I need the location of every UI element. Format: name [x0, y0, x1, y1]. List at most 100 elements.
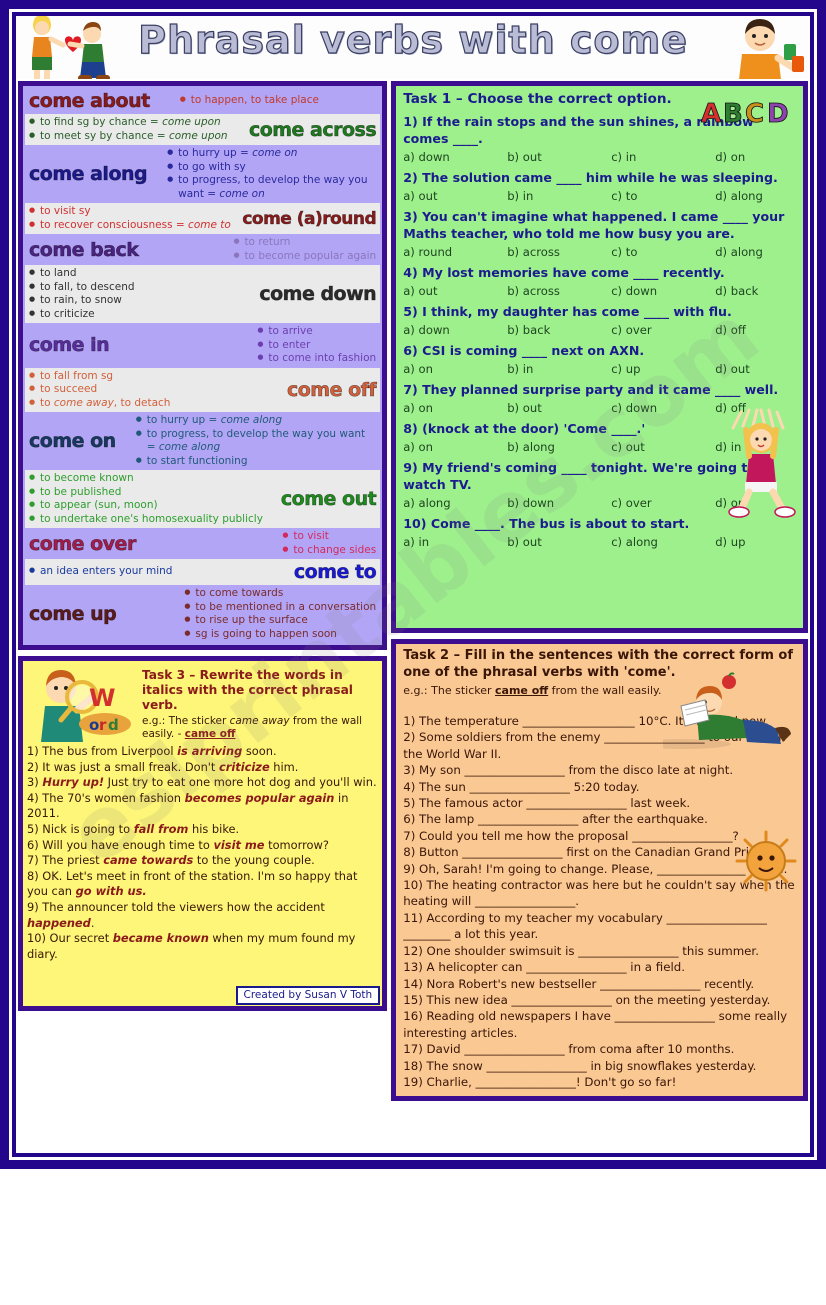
task1-option[interactable]: c) to — [611, 189, 715, 203]
credit-badge: Created by Susan V Toth — [235, 986, 381, 1005]
task1-options: a) down b) back c) over d) off — [403, 323, 798, 337]
task1-option[interactable]: b) across — [507, 245, 611, 259]
task1-option[interactable]: c) to — [611, 245, 715, 259]
vocab-definitions: to hurry up = come alongto progress, to … — [122, 413, 376, 468]
task2-item[interactable]: 3) My son _________________ from the dis… — [403, 762, 797, 778]
vocab-definitions: to landto fall, to descendto rain, to sn… — [29, 266, 135, 321]
task1-option[interactable]: a) round — [403, 245, 507, 259]
vocab-definition-item: to meet sy by chance = come upon — [29, 129, 228, 144]
task1-option[interactable]: a) out — [403, 284, 507, 298]
task3-item[interactable]: 1) The bus from Liverpool is arriving so… — [27, 744, 378, 760]
vocab-definitions: to visit syto recover consciousness = co… — [29, 204, 231, 232]
task3-item[interactable]: 2) It was just a small freak. Don't crit… — [27, 760, 378, 776]
task2-item[interactable]: 19) Charlie, _________________! Don't go… — [403, 1074, 797, 1090]
task1-option[interactable]: b) out — [507, 401, 611, 415]
task1-option[interactable]: d) out — [715, 362, 750, 376]
task2-item[interactable]: 12) One shoulder swimsuit is ___________… — [403, 943, 797, 959]
task1-option[interactable]: b) along — [507, 440, 611, 454]
vocab-definition-item: to succeed — [29, 382, 170, 397]
task1-option[interactable]: c) down — [611, 284, 715, 298]
vocab-row: to find sg by chance = come uponto meet … — [25, 114, 381, 145]
task2-items: 1) The temperature ___________________ 1… — [403, 713, 797, 1090]
task1-option[interactable]: a) out — [403, 189, 507, 203]
task1-option[interactable]: d) along — [715, 189, 763, 203]
boy-reading-lying-down-clipart — [663, 672, 791, 749]
task1-option[interactable]: b) in — [507, 189, 611, 203]
task3-item[interactable]: 8) OK. Let's meet in front of the statio… — [27, 869, 378, 900]
task3-item[interactable]: 10) Our secret became known when my mum … — [27, 931, 378, 962]
boy-with-abcd-letters-clipart — [739, 19, 804, 79]
task3-item[interactable]: 6) Will you have enough time to visit me… — [27, 838, 378, 854]
task1-option[interactable]: a) in — [403, 535, 507, 549]
vocab-definition-item: to rise up the surface — [184, 613, 376, 628]
worksheet-content: Phrasal verbs with come come about to hap… — [16, 16, 810, 1153]
task2-item[interactable]: 15) This new idea _________________ on t… — [403, 992, 797, 1008]
task1-option[interactable]: a) down — [403, 150, 507, 164]
boy-with-magnifying-glass-clipart: W o r d — [41, 670, 131, 742]
svg-text:A: A — [701, 99, 721, 129]
vocab-definition-item: to return — [233, 235, 376, 250]
task1-option[interactable]: c) over — [611, 323, 715, 337]
task1-option[interactable]: d) along — [715, 245, 763, 259]
vocab-row: come in to arriveto enterto come into fas… — [25, 323, 381, 368]
task2-item[interactable]: 17) David _________________ from coma af… — [403, 1041, 797, 1057]
vocab-definitions: an idea enters your mind — [29, 564, 172, 579]
task1-question: 5) I think, my daughter has come ____ wi… — [403, 304, 732, 319]
task1-option[interactable]: a) on — [403, 440, 507, 454]
svg-text:r: r — [99, 716, 107, 734]
vocab-definitions: to find sg by chance = come uponto meet … — [29, 115, 228, 144]
vocab-definition-item: to fall, to descend — [29, 280, 135, 295]
task3-item[interactable]: 9) The announcer told the viewers how th… — [27, 900, 378, 931]
worksheet-header: Phrasal verbs with come — [16, 16, 810, 79]
task2-item[interactable]: 13) A helicopter can _________________ i… — [403, 959, 797, 975]
vocab-verb-heading: come (a)round — [242, 208, 377, 229]
task1-option[interactable]: c) down — [611, 401, 715, 415]
task1-option[interactable]: c) out — [611, 440, 715, 454]
vocab-definition-item: to appear (sun, moon) — [29, 498, 263, 513]
vocab-row: to fall from sgto succeedto come away, t… — [25, 367, 381, 412]
task2-item[interactable]: 4) The sun _________________ 5:20 today. — [403, 779, 797, 795]
task1-option[interactable]: b) across — [507, 284, 611, 298]
frame-white: Phrasal verbs with come come about to hap… — [9, 9, 817, 1160]
task2-item[interactable]: 14) Nora Robert's new bestseller _______… — [403, 976, 797, 992]
task1-option[interactable]: b) out — [507, 535, 611, 549]
vocab-definition-item: to be mentioned in a conversation — [184, 600, 376, 615]
task3-item[interactable]: 5) Nick is going to fall from his bike. — [27, 822, 378, 838]
vocab-row: come alongto hurry up = come onto go wit… — [25, 145, 381, 203]
task1-option[interactable]: d) up — [715, 535, 745, 549]
task1-option[interactable]: d) off — [715, 323, 746, 337]
task2-item[interactable]: 11) According to my teacher my vocabular… — [403, 910, 797, 943]
task3-item[interactable]: 7) The priest came towards to the young … — [27, 853, 378, 869]
page-title: Phrasal verbs with come — [138, 17, 688, 62]
task1-option[interactable]: d) back — [715, 284, 758, 298]
vocab-definition-item: to progress, to develop the way you want… — [167, 173, 376, 201]
task2-item[interactable]: 16) Reading old newspapers I have ______… — [403, 1008, 797, 1041]
vocab-definition-item: to hurry up = come on — [167, 146, 376, 161]
task1-option[interactable]: c) in — [611, 150, 715, 164]
task1-option[interactable]: a) on — [403, 362, 507, 376]
task1-option[interactable]: c) along — [611, 535, 715, 549]
vocab-definition-item: to enter — [257, 338, 376, 353]
vocab-row: to become knownto be publishedto appear … — [25, 470, 381, 528]
task1-option[interactable]: b) out — [507, 150, 611, 164]
task1-option[interactable]: d) on — [715, 150, 745, 164]
task2-panel: Task 2 – Fill in the sentences with the … — [391, 639, 808, 1102]
task2-item[interactable]: 18) The snow _________________ in big sn… — [403, 1058, 797, 1074]
task1-option[interactable]: a) on — [403, 401, 507, 415]
task1-option[interactable]: b) down — [507, 496, 611, 510]
task1-option[interactable]: a) along — [403, 496, 507, 510]
task1-option[interactable]: c) up — [611, 362, 715, 376]
task1-option[interactable]: a) down — [403, 323, 507, 337]
vocab-verb-heading: come about — [29, 90, 151, 113]
task1-option[interactable]: c) over — [611, 496, 715, 510]
task1-question: 4) My lost memories have come ____ recen… — [403, 265, 725, 280]
task3-panel: W o r d Task 3 – Rewrite the words in it… — [18, 656, 388, 1011]
sun-face-clipart — [735, 830, 797, 892]
task3-item[interactable]: 3) Hurry up! Just try to eat one more ho… — [27, 775, 378, 791]
task3-item[interactable]: 4) The 70's women fashion becomes popula… — [27, 791, 378, 822]
task2-item[interactable]: 5) The famous actor _________________ la… — [403, 795, 797, 811]
task1-option[interactable]: b) in — [507, 362, 611, 376]
task1-option[interactable]: b) back — [507, 323, 611, 337]
vocab-definition-item: to find sg by chance = come upon — [29, 115, 228, 130]
task2-item[interactable]: 6) The lamp _________________ after the … — [403, 811, 797, 827]
